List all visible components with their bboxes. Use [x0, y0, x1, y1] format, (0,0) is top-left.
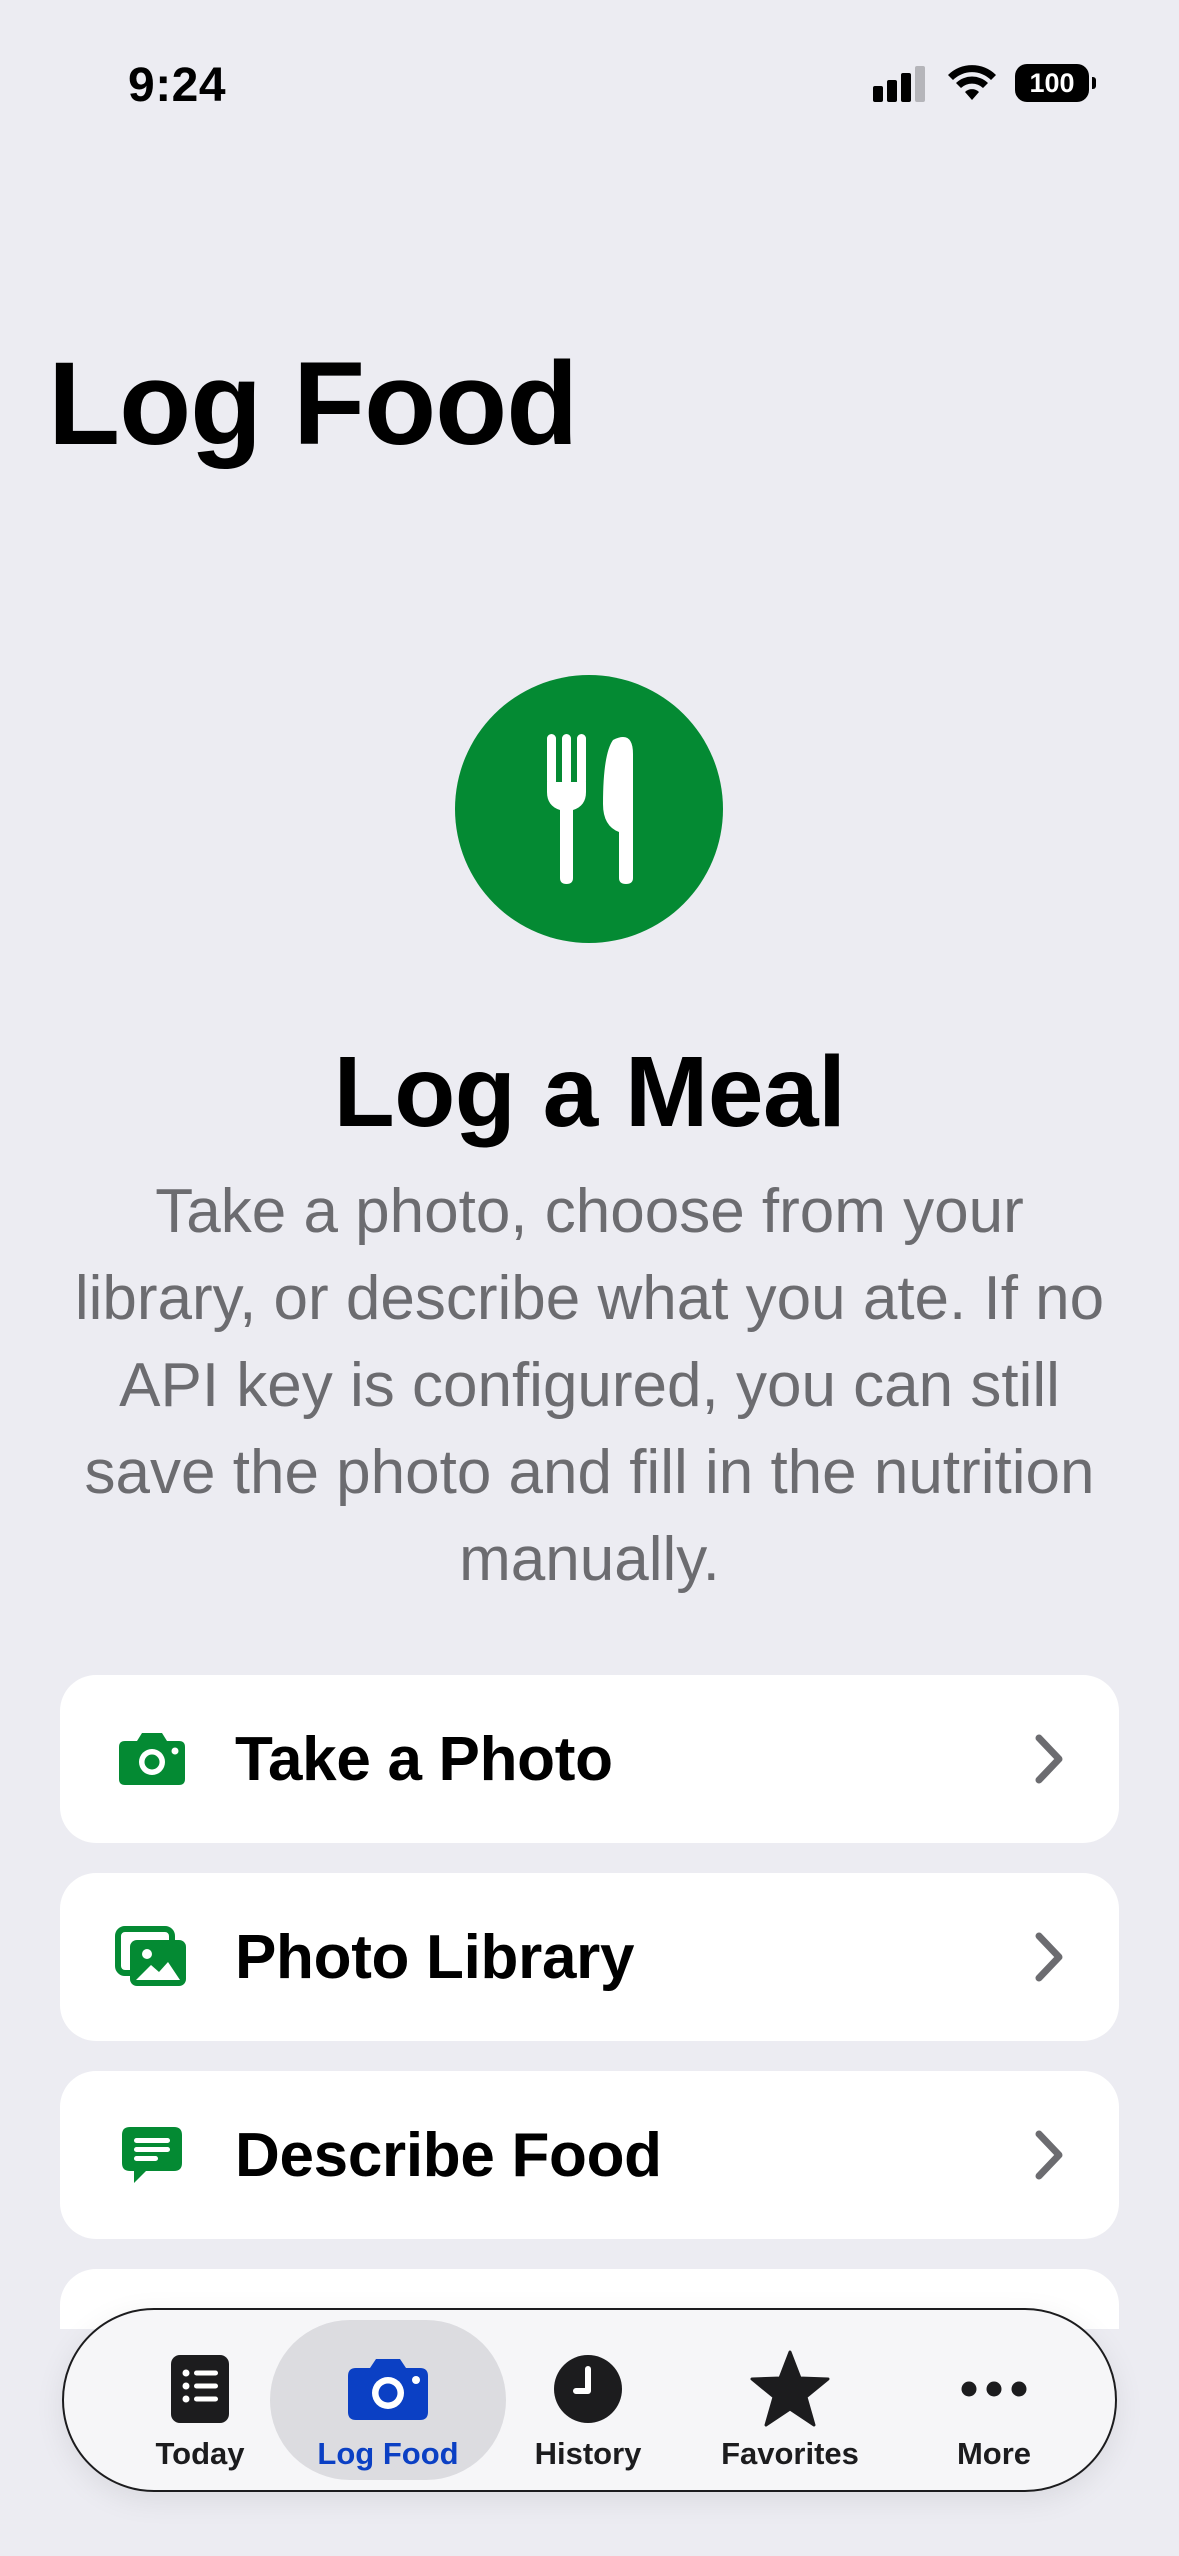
describe-food-label: Describe Food [235, 2120, 662, 2190]
status-bar: 9:24 100 [0, 0, 1179, 170]
tab-log-food-label: Log Food [317, 2436, 459, 2471]
wifi-icon [948, 65, 996, 100]
star-icon [750, 2348, 830, 2430]
status-icons: 100 [873, 64, 1096, 102]
tab-more-label: More [956, 2436, 1032, 2471]
tab-bar: Today Log Food History Favorites More [62, 2308, 1117, 2492]
chevron-right-icon [1027, 1927, 1071, 1987]
photo-library-icon [112, 1917, 192, 1997]
hero-title: Log a Meal [333, 1036, 846, 1148]
describe-food-button[interactable]: Describe Food [60, 2071, 1119, 2239]
take-photo-label: Take a Photo [235, 1724, 613, 1794]
battery-icon: 100 [1015, 64, 1096, 102]
fork-knife-icon [455, 675, 723, 943]
message-icon [112, 2115, 192, 2195]
page-title: Log Food [48, 338, 578, 470]
camera-icon [112, 1719, 192, 1799]
tab-today-label: Today [155, 2436, 245, 2471]
tab-history-label: History [534, 2436, 642, 2471]
take-photo-button[interactable]: Take a Photo [60, 1675, 1119, 1843]
tab-favorites[interactable]: Favorites [690, 2320, 890, 2480]
cellular-signal-icon [873, 66, 925, 102]
photo-library-label: Photo Library [235, 1922, 635, 1992]
tab-more[interactable]: More [894, 2320, 1094, 2480]
status-time: 9:24 [128, 59, 227, 112]
camera-icon [346, 2348, 430, 2430]
photo-library-button[interactable]: Photo Library [60, 1873, 1119, 2041]
more-icon [959, 2348, 1029, 2430]
tab-history[interactable]: History [488, 2320, 688, 2480]
tab-log-food[interactable]: Log Food [270, 2320, 506, 2480]
clock-icon [552, 2348, 624, 2430]
chevron-right-icon [1027, 1729, 1071, 1789]
chevron-right-icon [1027, 2125, 1071, 2185]
tab-favorites-label: Favorites [721, 2436, 859, 2471]
list-icon [169, 2348, 231, 2430]
hero-description: Take a photo, choose from your library, … [74, 1177, 1105, 1594]
